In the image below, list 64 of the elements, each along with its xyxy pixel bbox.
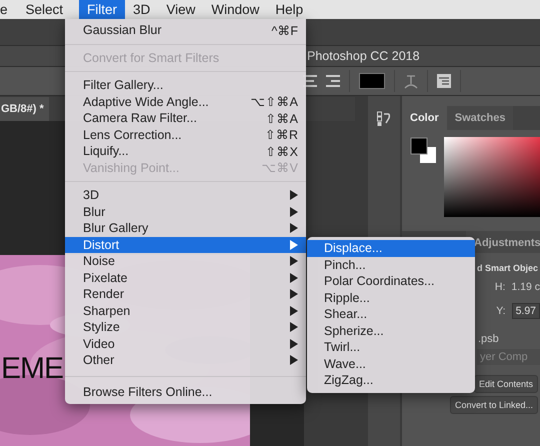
align-right-icon[interactable] xyxy=(326,75,340,87)
panel-tab[interactable]: Swatches xyxy=(446,106,514,130)
menu-item[interactable]: Wave... xyxy=(307,356,475,372)
menu-item[interactable]: Noise xyxy=(65,253,306,270)
submenu-arrow-icon xyxy=(290,240,298,250)
menu-item[interactable]: Distort xyxy=(65,236,306,253)
menu-item[interactable]: Stylize xyxy=(65,319,306,336)
menu-title[interactable]: Select xyxy=(26,0,64,19)
menu-item[interactable]: Video xyxy=(65,336,306,352)
field-label: H: xyxy=(494,281,506,293)
submenu-arrow-icon xyxy=(290,338,298,349)
menu-title[interactable]: e xyxy=(0,0,8,19)
menu-title[interactable]: View xyxy=(166,0,196,19)
warp-text-icon[interactable] xyxy=(404,74,418,88)
menu-item[interactable]: Adaptive Wide Angle... ⌥⇧⌘A xyxy=(65,94,306,110)
text-color-swatch[interactable] xyxy=(359,73,385,89)
menu-title[interactable]: 3D xyxy=(133,0,150,19)
menu-item[interactable]: Render xyxy=(65,286,306,302)
panel-heading: d Smart Objec xyxy=(477,263,538,273)
submenu-arrow-icon xyxy=(290,256,298,266)
menu-item[interactable]: Ripple... xyxy=(307,290,475,306)
color-field[interactable] xyxy=(444,137,540,217)
submenu-arrow-icon xyxy=(290,289,298,300)
menu-item[interactable]: Blur Gallery xyxy=(65,220,306,236)
menu-title[interactable]: Help xyxy=(275,0,304,19)
panel-tab[interactable]: Color xyxy=(402,106,447,130)
menu-item[interactable]: Polar Coordinates... xyxy=(307,273,475,290)
panel-tab[interactable]: Adjustments xyxy=(466,231,540,253)
submenu-arrow-icon xyxy=(290,322,298,332)
menu-item[interactable]: Browse Filters Online... xyxy=(65,384,306,400)
submenu-arrow-icon xyxy=(290,306,298,316)
menu-item[interactable]: Shear... xyxy=(307,306,475,322)
document-tab[interactable]: GB/8#) * xyxy=(0,97,49,121)
submenu-arrow-icon xyxy=(290,206,298,217)
menu-item[interactable]: 3D xyxy=(65,187,306,204)
menu-item[interactable]: Other xyxy=(65,352,306,368)
canvas-text: EME xyxy=(1,352,64,386)
menu-item[interactable]: Pinch... xyxy=(307,256,475,273)
input-field[interactable]: 5.97 xyxy=(512,303,540,319)
menu-item[interactable]: Twirl... xyxy=(307,339,475,356)
menu-item[interactable]: Spherize... xyxy=(307,322,475,339)
height-value: 1.19 c xyxy=(511,281,540,293)
color-swatches-icon[interactable] xyxy=(410,137,437,164)
panel-button[interactable]: Convert to Linked... xyxy=(450,396,538,414)
panel-icon[interactable] xyxy=(437,74,451,88)
menu-item[interactable]: ZigZag... xyxy=(307,372,475,388)
submenu-arrow-icon xyxy=(290,355,298,366)
menu-item[interactable]: Camera Raw Filter... ⇧⌘A xyxy=(65,110,306,126)
history-icon[interactable] xyxy=(377,111,391,127)
panel-button[interactable]: Edit Contents xyxy=(474,375,538,393)
menu-title[interactable]: Window xyxy=(211,0,260,19)
menu-item[interactable]: Pixelate xyxy=(65,270,306,286)
menu-item[interactable]: Lens Correction... ⇧⌘R xyxy=(65,126,306,143)
menu-item[interactable]: Sharpen xyxy=(65,302,306,319)
submenu-arrow-icon xyxy=(290,272,298,283)
app-title: Photoshop CC 2018 xyxy=(307,49,420,63)
menu-item[interactable]: Displace... xyxy=(307,240,475,256)
menu-title[interactable]: Filter xyxy=(79,0,126,19)
file-name: .psb xyxy=(478,333,499,345)
submenu-arrow-icon xyxy=(290,223,298,234)
menu-item[interactable]: Liquify... ⇧⌘X xyxy=(65,143,306,160)
submenu-arrow-icon xyxy=(290,190,298,200)
field-label: Y: xyxy=(496,305,506,317)
menu-item[interactable]: Blur xyxy=(65,204,306,220)
